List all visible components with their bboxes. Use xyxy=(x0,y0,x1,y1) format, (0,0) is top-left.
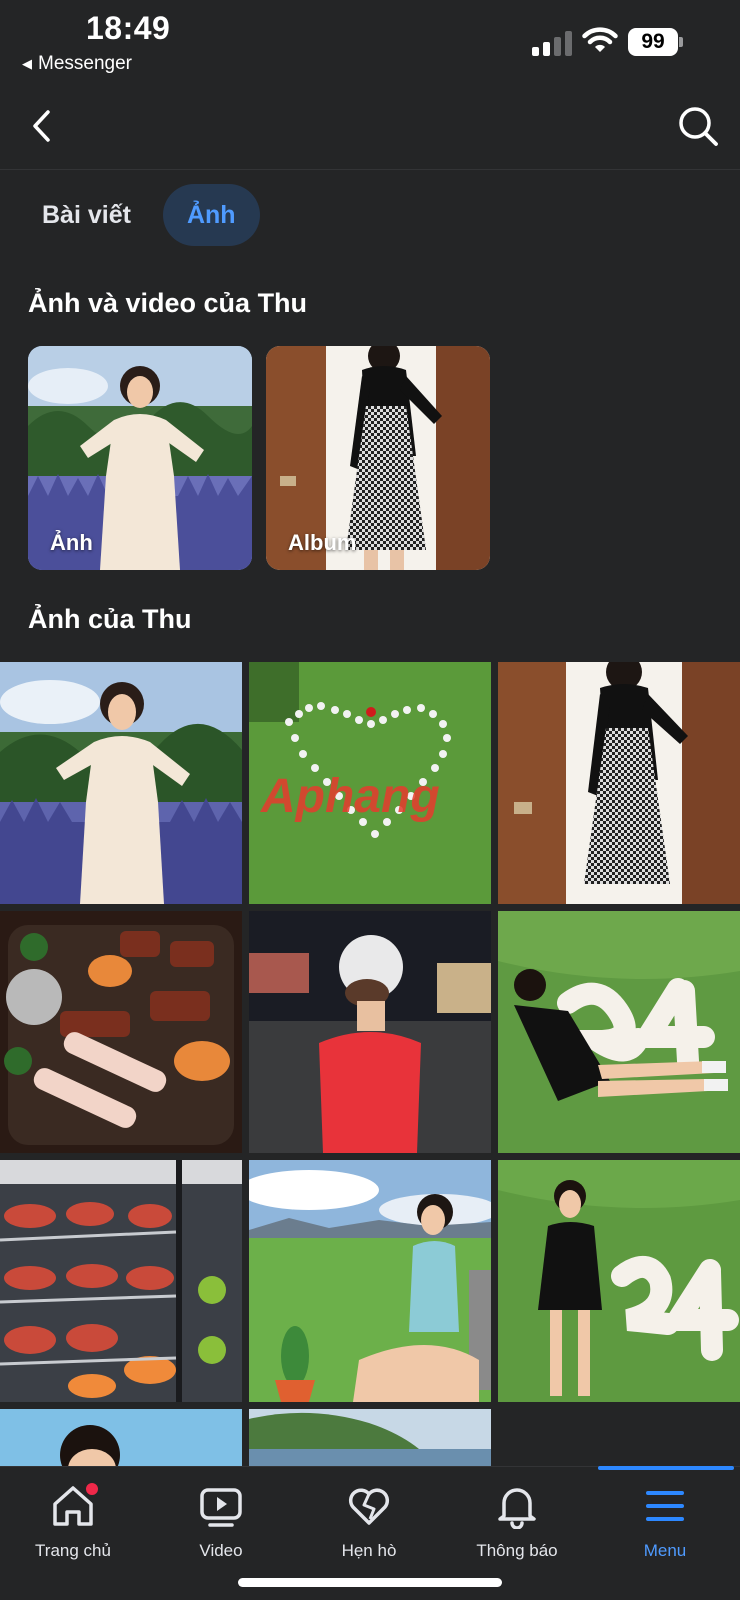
search-icon[interactable] xyxy=(676,104,720,148)
photo-image xyxy=(0,662,242,904)
photo-tile[interactable] xyxy=(498,911,740,1153)
photos-screen: 18:49 ◀ Messenger 99 Bài viết Ảnh Ảnh và… xyxy=(0,0,740,1600)
photos-section-title: Ảnh của Thu xyxy=(28,604,192,634)
photo-image xyxy=(0,911,242,1153)
chevron-left-icon[interactable] xyxy=(22,106,62,146)
album-card-album[interactable]: Album xyxy=(266,346,490,570)
photo-image xyxy=(498,911,740,1153)
album-card-photos[interactable]: Ảnh xyxy=(28,346,252,570)
notification-badge xyxy=(84,1481,100,1497)
albums-section-title: Ảnh và video của Thu xyxy=(28,288,308,318)
photo-tile[interactable] xyxy=(0,1160,242,1402)
photo-tile[interactable] xyxy=(498,662,740,904)
home-icon xyxy=(50,1481,100,1529)
menu-icon xyxy=(642,1483,688,1529)
photo-image xyxy=(0,1160,242,1402)
photo-tile[interactable] xyxy=(0,1409,242,1466)
battery-icon: 99 xyxy=(628,28,683,56)
photo-image xyxy=(498,662,740,904)
top-header xyxy=(0,84,740,170)
photo-image xyxy=(498,1160,740,1402)
nav-notifications[interactable]: Thông báo xyxy=(447,1483,587,1561)
tab-posts[interactable]: Bài viết xyxy=(18,184,155,246)
status-time: 18:49 xyxy=(86,10,171,46)
back-triangle-icon: ◀ xyxy=(22,56,32,71)
photo-image xyxy=(249,1160,491,1402)
nav-label: Thông báo xyxy=(476,1541,558,1560)
status-bar: 18:49 ◀ Messenger 99 xyxy=(0,0,740,84)
watermark-text: Aphang xyxy=(260,770,440,823)
video-icon xyxy=(198,1483,244,1529)
heart-icon xyxy=(346,1483,392,1529)
nav-dating[interactable]: Hẹn hò xyxy=(299,1483,439,1561)
nav-menu[interactable]: Menu xyxy=(595,1483,735,1561)
album-card-label: Ảnh xyxy=(50,530,93,555)
nav-video[interactable]: Video xyxy=(151,1483,291,1561)
photo-tile[interactable] xyxy=(0,911,242,1153)
tab-photos[interactable]: Ảnh xyxy=(162,184,260,246)
battery-level: 99 xyxy=(628,28,678,56)
content-tabs: Bài viết Ảnh xyxy=(18,184,260,246)
wifi-icon xyxy=(582,27,618,52)
photo-tile[interactable] xyxy=(0,662,242,904)
cellular-signal-icon xyxy=(532,30,572,56)
photo-image xyxy=(249,911,491,1153)
nav-home[interactable]: Trang chủ xyxy=(3,1481,143,1561)
photo-image: Aphang xyxy=(249,662,491,904)
nav-label: Hẹn hò xyxy=(341,1541,397,1560)
nav-label: Video xyxy=(199,1541,243,1560)
photo-tile[interactable] xyxy=(249,1409,491,1466)
active-tab-indicator xyxy=(598,1466,734,1470)
bell-icon xyxy=(494,1483,540,1530)
photo-image xyxy=(0,1409,242,1466)
photo-tile[interactable] xyxy=(249,911,491,1153)
photo-image xyxy=(249,1409,491,1466)
photo-tile[interactable] xyxy=(498,1160,740,1402)
back-app-label: Messenger xyxy=(38,53,132,74)
back-to-app-link[interactable]: ◀ Messenger xyxy=(22,53,132,75)
photo-tile[interactable]: Aphang xyxy=(249,662,491,904)
nav-label: Menu xyxy=(643,1541,687,1560)
home-indicator-bar[interactable] xyxy=(238,1578,502,1587)
nav-label: Trang chủ xyxy=(35,1541,111,1560)
photo-tile[interactable] xyxy=(249,1160,491,1402)
album-card-label: Album xyxy=(288,530,357,555)
